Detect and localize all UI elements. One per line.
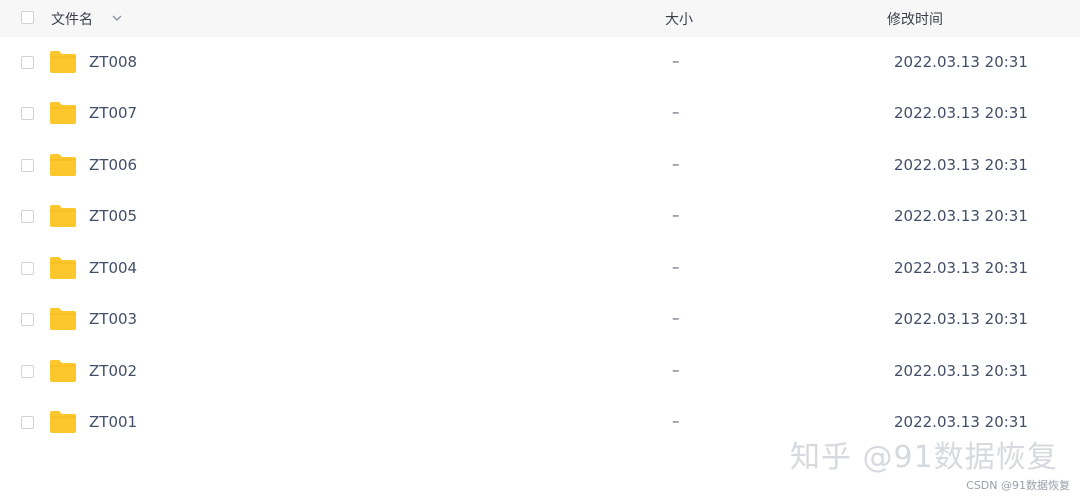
row-checkbox[interactable]	[21, 262, 34, 275]
file-mtime: 2022.03.13 20:31	[894, 413, 1028, 431]
chevron-down-icon[interactable]	[110, 11, 124, 25]
folder-icon	[50, 257, 76, 279]
file-mtime: 2022.03.13 20:31	[894, 259, 1028, 277]
file-size: –	[672, 412, 680, 430]
folder-icon	[50, 102, 76, 124]
file-row[interactable]: ZT003 – 2022.03.13 20:31	[0, 294, 1080, 345]
folder-icon	[50, 308, 76, 330]
file-size: –	[672, 52, 680, 70]
file-name[interactable]: ZT002	[89, 362, 137, 380]
column-header-size[interactable]: 大小	[665, 9, 693, 29]
file-name[interactable]: ZT004	[89, 259, 137, 277]
file-size: –	[672, 309, 680, 327]
file-size: –	[672, 155, 680, 173]
column-header-mtime[interactable]: 修改时间	[887, 9, 943, 29]
file-row[interactable]: ZT007 – 2022.03.13 20:31	[0, 88, 1080, 139]
file-mtime: 2022.03.13 20:31	[894, 207, 1028, 225]
file-size: –	[672, 103, 680, 121]
row-checkbox[interactable]	[21, 210, 34, 223]
file-list-header: 文件名 大小 修改时间	[0, 0, 1080, 37]
file-mtime: 2022.03.13 20:31	[894, 156, 1028, 174]
file-row[interactable]: ZT006 – 2022.03.13 20:31	[0, 140, 1080, 191]
file-mtime: 2022.03.13 20:31	[894, 362, 1028, 380]
file-name[interactable]: ZT005	[89, 207, 137, 225]
file-mtime: 2022.03.13 20:31	[894, 53, 1028, 71]
file-size: –	[672, 206, 680, 224]
folder-icon	[50, 360, 76, 382]
row-checkbox[interactable]	[21, 159, 34, 172]
row-checkbox[interactable]	[21, 313, 34, 326]
file-list: 文件名 大小 修改时间 ZT008 – 2022.03.13 20:31 ZT0…	[0, 0, 1080, 499]
row-checkbox[interactable]	[21, 416, 34, 429]
file-row[interactable]: ZT002 – 2022.03.13 20:31	[0, 346, 1080, 397]
file-mtime: 2022.03.13 20:31	[894, 104, 1028, 122]
column-header-name[interactable]: 文件名	[51, 9, 93, 29]
row-checkbox[interactable]	[21, 56, 34, 69]
file-name[interactable]: ZT006	[89, 156, 137, 174]
folder-icon	[50, 154, 76, 176]
file-row[interactable]: ZT008 – 2022.03.13 20:31	[0, 37, 1080, 88]
file-name[interactable]: ZT001	[89, 413, 137, 431]
file-name[interactable]: ZT008	[89, 53, 137, 71]
file-row[interactable]: ZT005 – 2022.03.13 20:31	[0, 191, 1080, 242]
file-name[interactable]: ZT007	[89, 104, 137, 122]
row-checkbox[interactable]	[21, 365, 34, 378]
file-mtime: 2022.03.13 20:31	[894, 310, 1028, 328]
folder-icon	[50, 205, 76, 227]
select-all-checkbox[interactable]	[21, 11, 34, 24]
row-checkbox[interactable]	[21, 107, 34, 120]
folder-icon	[50, 411, 76, 433]
file-size: –	[672, 361, 680, 379]
file-size: –	[672, 258, 680, 276]
folder-icon	[50, 51, 76, 73]
csdn-credit: CSDN @91数据恢复	[966, 479, 1070, 492]
file-name[interactable]: ZT003	[89, 310, 137, 328]
file-row[interactable]: ZT004 – 2022.03.13 20:31	[0, 243, 1080, 294]
zhihu-watermark: 知乎 @91数据恢复	[790, 440, 1058, 475]
